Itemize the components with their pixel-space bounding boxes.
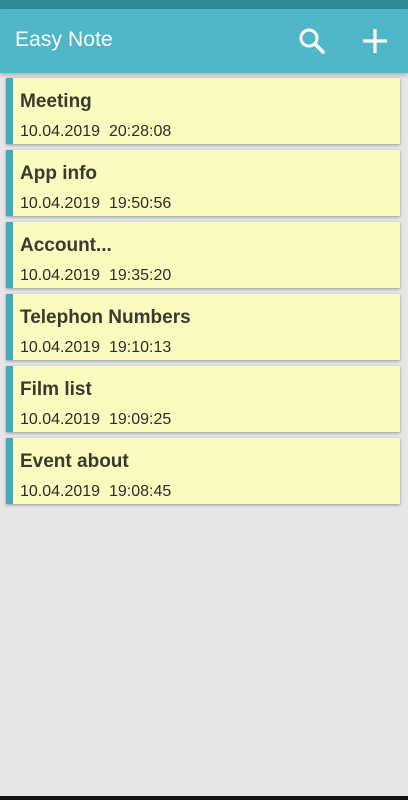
app-bar: Easy Note	[0, 9, 408, 73]
note-list: Meeting 10.04.2019 20:28:08 App info 10.…	[6, 78, 400, 510]
note-date: 10.04.2019 19:09:25	[20, 411, 172, 428]
note-accent-bar	[6, 222, 13, 288]
note-title: Meeting	[20, 91, 92, 112]
note-item[interactable]: Account... 10.04.2019 19:35:20	[6, 222, 400, 288]
note-date: 10.04.2019 19:50:56	[20, 195, 172, 212]
note-item[interactable]: Meeting 10.04.2019 20:28:08	[6, 78, 400, 144]
note-accent-bar	[6, 78, 13, 144]
note-date: 10.04.2019 19:35:20	[20, 267, 172, 284]
app-title: Easy Note	[15, 28, 113, 51]
note-title: Film list	[20, 379, 92, 400]
add-note-button[interactable]	[355, 21, 395, 61]
note-item[interactable]: Telephon Numbers 10.04.2019 19:10:13	[6, 294, 400, 360]
note-date: 10.04.2019 19:08:45	[20, 483, 172, 500]
note-item[interactable]: App info 10.04.2019 19:50:56	[6, 150, 400, 216]
note-date: 10.04.2019 20:28:08	[20, 123, 172, 140]
note-title: Event about	[20, 451, 129, 472]
search-button[interactable]	[292, 21, 332, 61]
search-icon	[299, 28, 325, 54]
note-item[interactable]: Event about 10.04.2019 19:08:45	[6, 438, 400, 504]
note-accent-bar	[6, 294, 13, 360]
note-title: Account...	[20, 235, 112, 256]
note-accent-bar	[6, 366, 13, 432]
note-date: 10.04.2019 19:10:13	[20, 339, 172, 356]
note-accent-bar	[6, 150, 13, 216]
plus-icon	[363, 29, 387, 53]
note-accent-bar	[6, 438, 13, 504]
note-title: App info	[20, 163, 98, 184]
navigation-bar	[0, 796, 408, 800]
note-title: Telephon Numbers	[20, 307, 191, 328]
note-item[interactable]: Film list 10.04.2019 19:09:25	[6, 366, 400, 432]
status-bar	[0, 0, 408, 9]
